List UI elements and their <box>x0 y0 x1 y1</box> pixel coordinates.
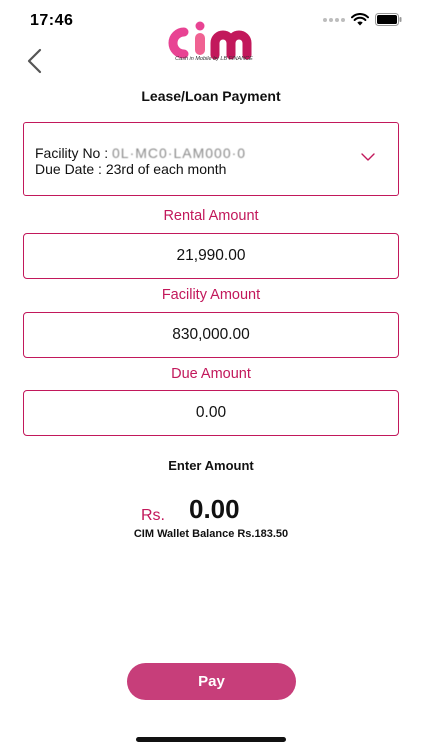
amount-value[interactable]: 0.00 <box>189 494 240 525</box>
facility-number-value: 0L·MC0·LAM000·0 <box>112 145 247 161</box>
facility-dropdown[interactable]: Facility No : 0L·MC0·LAM000·0 Due Date :… <box>23 122 399 196</box>
signal-icon <box>323 17 345 22</box>
home-indicator <box>136 737 286 742</box>
rental-amount-field: 21,990.00 <box>23 233 399 279</box>
due-date-row: Due Date : 23rd of each month <box>35 161 226 177</box>
due-amount-label: Due Amount <box>171 366 251 382</box>
status-icons <box>323 13 402 26</box>
facility-amount-field: 830,000.00 <box>23 312 399 358</box>
wallet-balance: CIM Wallet Balance Rs.183.50 <box>133 528 289 540</box>
back-button[interactable] <box>22 46 50 76</box>
logo-tagline: Cash in Mobile by LB FINANCE <box>175 56 253 62</box>
page-title: Lease/Loan Payment <box>141 88 281 104</box>
wifi-icon <box>351 13 369 26</box>
currency-label: Rs. <box>141 507 165 524</box>
amount-input[interactable]: Rs. 0.00 <box>0 494 422 528</box>
rental-amount-label: Rental Amount <box>163 208 259 224</box>
due-date-label: Due Date : <box>35 161 106 177</box>
facility-number-label: Facility No : <box>35 145 113 161</box>
facility-number-row: Facility No : 0L·MC0·LAM000·0 <box>35 145 246 161</box>
status-time: 17:46 <box>30 12 74 29</box>
battery-icon <box>375 13 402 26</box>
due-date-value: 23rd of each month <box>105 161 227 177</box>
enter-amount-label: Enter Amount <box>168 458 254 473</box>
chevron-down-icon[interactable] <box>360 151 376 163</box>
due-amount-field: 0.00 <box>23 390 399 436</box>
pay-button[interactable]: Pay <box>127 663 296 700</box>
facility-amount-label: Facility Amount <box>161 287 261 303</box>
